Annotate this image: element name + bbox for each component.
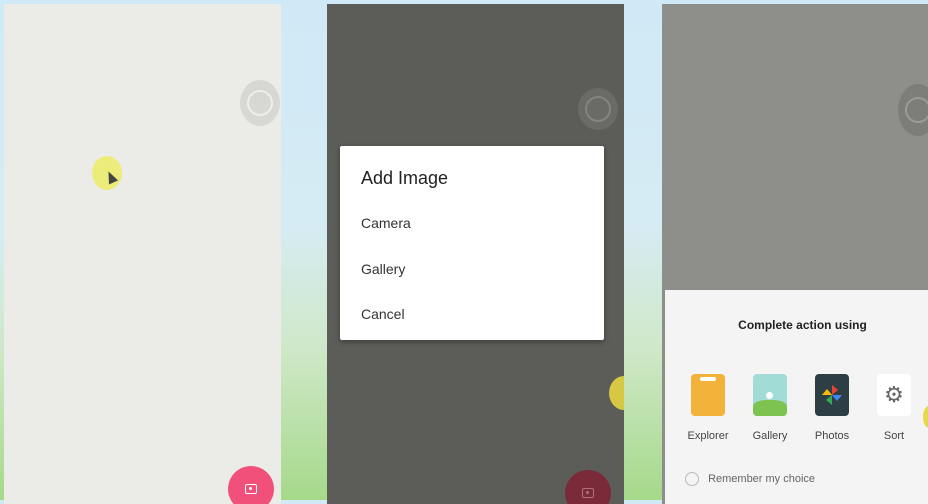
cancel-option[interactable]: Cancel: [361, 306, 405, 322]
photos-icon: [815, 374, 849, 416]
camera-fab-button[interactable]: [228, 466, 274, 504]
camera-fab-button[interactable]: [565, 470, 611, 504]
camera-icon: [245, 484, 257, 494]
screen-add-image-dialog: Add Image Camera Gallery Cancel: [327, 4, 624, 504]
capture-button[interactable]: [898, 84, 928, 136]
capture-button[interactable]: [578, 88, 618, 130]
app-label: Explorer: [687, 430, 729, 442]
remember-label: Remember my choice: [708, 473, 816, 485]
app-explorer[interactable]: Explorer: [680, 374, 736, 442]
camera-icon: [582, 488, 594, 498]
touch-highlight: [923, 406, 928, 428]
app-label: Gallery: [752, 430, 788, 442]
add-image-dialog: Add Image Camera Gallery Cancel: [340, 146, 604, 340]
app-photos[interactable]: Photos: [804, 374, 860, 442]
camera-option[interactable]: Camera: [361, 215, 411, 231]
touch-highlight: [609, 376, 624, 410]
app-gallery[interactable]: Gallery: [742, 374, 798, 442]
screen-empty: [4, 4, 281, 504]
remember-radio[interactable]: [685, 472, 699, 486]
app-label: Photos: [814, 430, 850, 442]
capture-button[interactable]: [240, 80, 280, 126]
gallery-icon: [753, 374, 787, 416]
gallery-option[interactable]: Gallery: [361, 261, 405, 277]
explorer-icon: [691, 374, 725, 416]
settings-gear-icon: ⚙: [877, 374, 911, 416]
app-label: Sort: [883, 430, 905, 442]
app-chooser-sheet: Complete action using Explorer Gallery P…: [665, 290, 928, 504]
dialog-title: Add Image: [361, 168, 449, 188]
remember-choice-row[interactable]: Remember my choice: [685, 472, 815, 486]
chooser-title: Complete action using: [738, 318, 867, 332]
app-sort[interactable]: ⚙ Sort: [866, 374, 922, 442]
screen-app-chooser: Complete action using Explorer Gallery P…: [662, 4, 928, 504]
